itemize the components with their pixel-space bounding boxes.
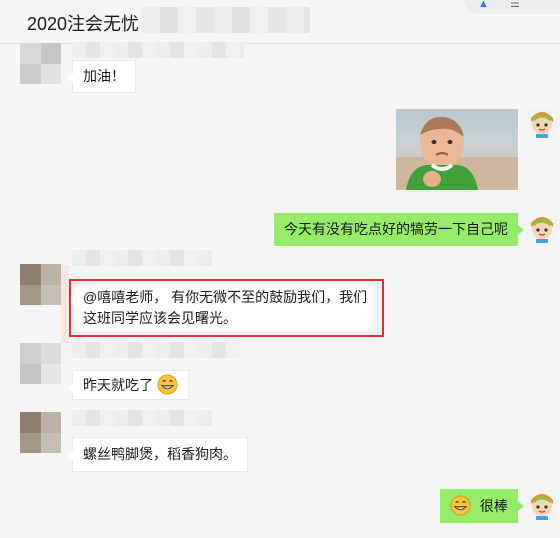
message-text: 今天有没有吃点好的犒劳一下自己呢 [284, 221, 508, 237]
sender-name-blur [72, 342, 240, 358]
avatar[interactable] [20, 343, 61, 384]
message-bubble[interactable]: 螺丝鸭脚煲，稻香狗肉。 [67, 437, 248, 472]
top-tools: ▲ ☰ [464, 0, 560, 14]
avatar[interactable] [527, 108, 557, 138]
menu-icon[interactable]: ☰ [510, 0, 520, 10]
message-text-line: @嘻嘻老师， 有你无微不至的鼓励我们，我们 [83, 289, 368, 305]
message-bubble[interactable]: 昨天就吃了 [67, 370, 189, 400]
message-text: 昨天就吃了 [83, 377, 153, 393]
grin-emoji-icon [157, 374, 178, 395]
chat-title: 2020注会无忧 [27, 14, 140, 34]
message-bubble[interactable]: 加油！ [67, 60, 136, 93]
grin-emoji-icon [450, 495, 471, 516]
message-bubble[interactable]: 今天有没有吃点好的犒劳一下自己呢 [274, 213, 524, 246]
avatar[interactable] [527, 213, 557, 243]
sender-name-blur [72, 250, 212, 266]
avatar[interactable] [20, 412, 61, 453]
message-image[interactable] [396, 109, 518, 190]
share-icon[interactable]: ▲ [478, 0, 489, 10]
chat-header: 2020注会无忧 ▲ ☰ [0, 0, 560, 44]
message-text-line: 这班同学应该会见曙光。 [83, 310, 237, 326]
avatar[interactable] [20, 43, 61, 84]
message-text: 加油！ [83, 68, 125, 84]
title-blur [142, 7, 310, 33]
sender-name-blur [72, 410, 212, 426]
message-text: 很棒 [479, 498, 508, 514]
message-bubble[interactable]: 很棒 [440, 489, 524, 523]
message-bubble[interactable]: @嘻嘻老师， 有你无微不至的鼓励我们，我们 这班同学应该会见曙光。 [69, 283, 375, 333]
avatar[interactable] [20, 264, 61, 305]
avatar[interactable] [527, 490, 557, 520]
sender-name-blur [72, 42, 244, 58]
side-stripe [61, 265, 69, 343]
message-text: 螺丝鸭脚煲，稻香狗肉。 [83, 446, 237, 462]
